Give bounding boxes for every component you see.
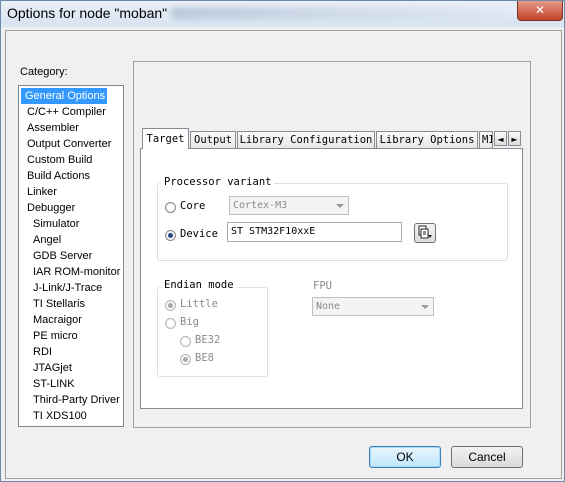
ok-button[interactable]: OK <box>369 446 441 468</box>
category-item[interactable]: Macraigor <box>31 312 84 328</box>
little-label: Little <box>180 298 218 310</box>
fpu-select-value: None <box>316 301 341 312</box>
tab-scroll-left-icon[interactable]: ◄ <box>494 131 507 146</box>
target-tab-body: Processor variant Core Cortex-M3 Device … <box>140 148 523 409</box>
category-item[interactable]: PE micro <box>31 328 80 344</box>
tab-target[interactable]: Target <box>142 128 189 149</box>
core-label: Core <box>180 200 206 212</box>
category-item[interactable]: Custom Build <box>25 152 94 168</box>
tab-library-configuration[interactable]: Library Configuration <box>237 131 375 148</box>
tab-scroll-right-icon[interactable]: ► <box>508 131 521 146</box>
device-radio[interactable] <box>165 230 176 241</box>
tab-output[interactable]: Output <box>190 131 236 148</box>
title-bar[interactable]: Options for node "moban" ✕ <box>1 1 564 27</box>
fpu-select[interactable]: None <box>312 297 434 316</box>
tab-mi[interactable]: MI <box>479 131 493 148</box>
chevron-down-icon <box>336 204 344 208</box>
be32-radio[interactable] <box>180 336 191 347</box>
processor-variant-title: Processor variant <box>161 176 275 188</box>
category-item[interactable]: TI Stellaris <box>31 296 87 312</box>
core-radio[interactable] <box>165 202 176 213</box>
be32-label: BE32 <box>195 334 221 346</box>
little-radio[interactable] <box>165 300 176 311</box>
category-list[interactable]: General Options C/C++ Compiler Assembler Ou… <box>18 85 124 427</box>
category-item[interactable]: Build Actions <box>25 168 92 184</box>
fpu-label: FPU <box>313 280 332 292</box>
category-item[interactable]: Linker <box>25 184 59 200</box>
be8-radio[interactable] <box>180 354 191 365</box>
category-item[interactable]: Simulator <box>31 216 81 232</box>
category-item[interactable]: Angel <box>31 232 63 248</box>
device-select-button[interactable] <box>414 223 436 243</box>
big-radio[interactable] <box>165 318 176 329</box>
device-list-icon <box>418 225 432 239</box>
category-item[interactable]: GDB Server <box>31 248 94 264</box>
device-label: Device <box>180 228 218 240</box>
blurred-background-text <box>171 7 501 19</box>
endian-mode-title: Endian mode <box>161 279 237 291</box>
window-title: Options for node "moban" <box>7 5 168 21</box>
device-field[interactable]: ST STM32F10xxE <box>227 222 402 242</box>
close-button[interactable]: ✕ <box>517 1 563 21</box>
tab-library-options[interactable]: Library Options <box>376 131 478 148</box>
category-item[interactable]: Assembler <box>25 120 81 136</box>
category-item[interactable]: Debugger <box>25 200 77 216</box>
category-item[interactable]: Output Converter <box>25 136 113 152</box>
be8-label: BE8 <box>195 352 214 364</box>
category-item[interactable]: IAR ROM-monitor <box>31 264 122 280</box>
category-label: Category: <box>20 66 68 78</box>
category-item[interactable]: JTAGjet <box>31 360 74 376</box>
big-label: Big <box>180 316 199 328</box>
category-item[interactable]: ST-LINK <box>31 376 77 392</box>
category-item[interactable]: General Options <box>21 88 108 104</box>
chevron-down-icon <box>421 305 429 309</box>
category-item[interactable]: RDI <box>31 344 54 360</box>
core-select[interactable]: Cortex-M3 <box>229 196 349 215</box>
category-item[interactable]: Third-Party Driver <box>31 392 122 408</box>
category-item[interactable]: J-Link/J-Trace <box>31 280 104 296</box>
cancel-button[interactable]: Cancel <box>451 446 523 468</box>
core-select-value: Cortex-M3 <box>233 200 288 211</box>
category-item[interactable]: C/C++ Compiler <box>25 104 108 120</box>
category-item[interactable]: TI XDS100 <box>31 408 89 424</box>
